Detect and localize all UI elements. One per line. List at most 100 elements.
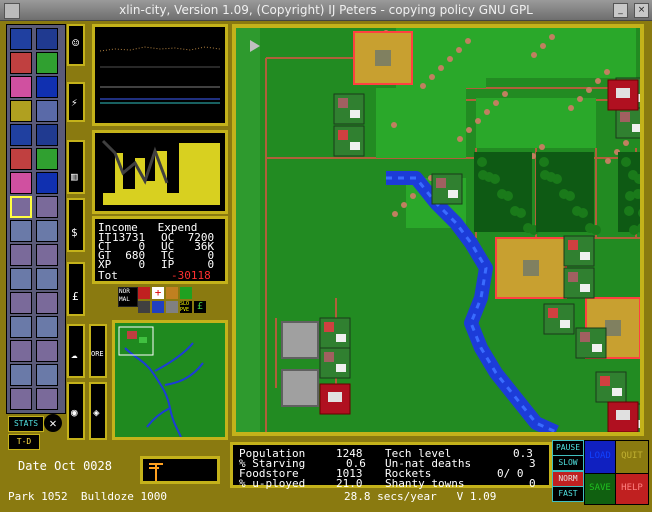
version-text: V 1.09 [456,490,497,503]
mini-pollution-icon[interactable] [138,287,150,299]
select-residence-button[interactable]: ☺ [67,24,85,66]
window-title: xlin-city, Version 1.09, (Copyright) IJ … [119,3,533,17]
select-pollution-button[interactable]: ☁ [67,324,85,378]
tool-tip-button[interactable] [36,76,58,98]
tool-cricket-button[interactable] [36,220,58,242]
pause-label: PAUSE [555,443,581,452]
load-label: LOAD [589,451,611,461]
tool-coalmine-button[interactable] [36,268,58,290]
mini-money-icon[interactable]: £ [194,301,206,313]
quit-label: QUIT [621,451,643,461]
fast-button[interactable]: FAST [552,486,584,502]
mini-cricket-icon[interactable] [180,287,192,299]
shanty-label: Shanty towns [385,477,465,490]
rockets-value: 0/ 0 [497,467,524,480]
tool-hospital-button[interactable] [36,364,58,386]
main-map[interactable] [236,28,640,432]
select-coal-button[interactable]: ◉ [67,382,85,440]
economy-graph[interactable] [92,130,228,214]
mini-normal-label: NOR MAL [119,288,130,303]
forest-area[interactable] [486,28,636,78]
bulldoze-label: Bulldoze [80,490,134,503]
norm-button[interactable]: NORM [552,471,584,487]
select-goods-button[interactable]: ◈ [89,382,107,440]
tool-costs: Park 1052 Bulldoze 1000 [8,491,167,503]
coal-icon: ◉ [71,406,78,419]
tool-windmill-button[interactable] [10,340,32,362]
population-graph[interactable] [92,24,228,126]
tool-power-button[interactable] [10,148,32,170]
bulldoze-cost: 1000 [140,490,167,503]
total-value: -30118 [171,269,211,282]
td-button[interactable]: T-D [8,434,40,450]
tool-oremine-button[interactable] [10,292,32,314]
tool-farm-button[interactable] [36,52,58,74]
finance-panel[interactable]: Income Expend IT 13731 OC 7200 CT 0 UC 36K GT… [92,216,228,284]
load-button[interactable]: LOAD [584,440,616,474]
select-money-button[interactable]: $ [67,198,85,252]
tool-rail-button[interactable] [36,28,58,50]
save-label: SAVE [589,483,611,493]
pause-button[interactable]: PAUSE [552,440,584,456]
tool-rocket-button[interactable] [36,316,58,338]
tool-substation-button[interactable] [36,148,58,170]
tool-monument-button[interactable] [10,100,32,122]
slow-label: SLOW [558,458,578,467]
crosshair-icon[interactable]: ✕ [44,414,62,432]
tool-market-button[interactable] [10,76,32,98]
mini-coal-icon[interactable] [166,301,178,313]
money-icon: $ [71,226,78,239]
mini-ucl-icon[interactable] [138,301,150,313]
minimize-button[interactable]: _ [613,3,628,18]
tool-health-button[interactable] [36,196,58,218]
tool-tech-button[interactable] [10,388,32,410]
tool-fire-button[interactable] [10,220,32,242]
tool-commune-button[interactable] [36,124,58,146]
tool-road-button[interactable] [10,28,32,50]
mini-health-icon[interactable]: + [152,287,164,299]
mini-water-icon[interactable] [152,301,164,313]
stats-panel: Population 1248 % Starving 0.6 Foodstore… [230,442,552,490]
total-label: Tot [98,269,118,282]
select-pounds-button[interactable]: £ [67,262,85,316]
tool-bulldoze-button[interactable] [10,124,32,146]
tool-pottery-button[interactable] [10,268,32,290]
quit-button[interactable]: QUIT [615,440,649,474]
shanty-value: 0 [529,477,536,490]
save-button[interactable]: SAVE [584,473,616,505]
tool-port-button[interactable] [10,364,32,386]
tool-recycle-button[interactable] [10,316,32,338]
industry-building[interactable] [281,369,319,407]
select-tech-button[interactable]: ▥ [67,140,85,194]
mini-fire-icon[interactable] [166,287,178,299]
tool-park-button[interactable] [36,100,58,122]
tool-tradeport-button[interactable] [36,292,58,314]
mini-normal-button[interactable]: NOR MAL [118,287,138,307]
fast-label: FAST [558,489,578,498]
help-button[interactable]: HELP [615,473,649,505]
slow-button[interactable]: SLOW [552,455,584,471]
select-power-button[interactable]: ⚡ [67,82,85,122]
speed-text: 28.8 secs/year [344,490,437,503]
mini-slo-button[interactable]: SLO PVE [180,301,192,313]
window-menu-button[interactable] [4,3,20,19]
unemployed-value: 21.0 [336,477,363,490]
date-month: Oct [54,459,76,473]
tool-solar-button[interactable] [36,340,58,362]
forest-area[interactable] [476,98,596,148]
goods-icon: ◈ [93,406,100,419]
cloud-icon: ☁ [71,348,78,361]
stats-button[interactable]: STATS [8,416,44,432]
ore-button[interactable]: ORE [89,324,107,378]
industry-building[interactable] [281,321,319,359]
tool-lumber-button[interactable] [36,388,58,410]
tool-residence-button[interactable] [10,52,32,74]
close-button[interactable]: × [634,3,649,18]
tool-school-button[interactable] [36,172,58,194]
minimap[interactable] [112,320,228,440]
tool-university-button[interactable] [10,196,32,218]
tool-water-button[interactable] [10,172,32,194]
tool-blacksmith-button[interactable] [10,244,32,266]
forest-area[interactable] [376,88,466,158]
tool-mill-button[interactable] [36,244,58,266]
